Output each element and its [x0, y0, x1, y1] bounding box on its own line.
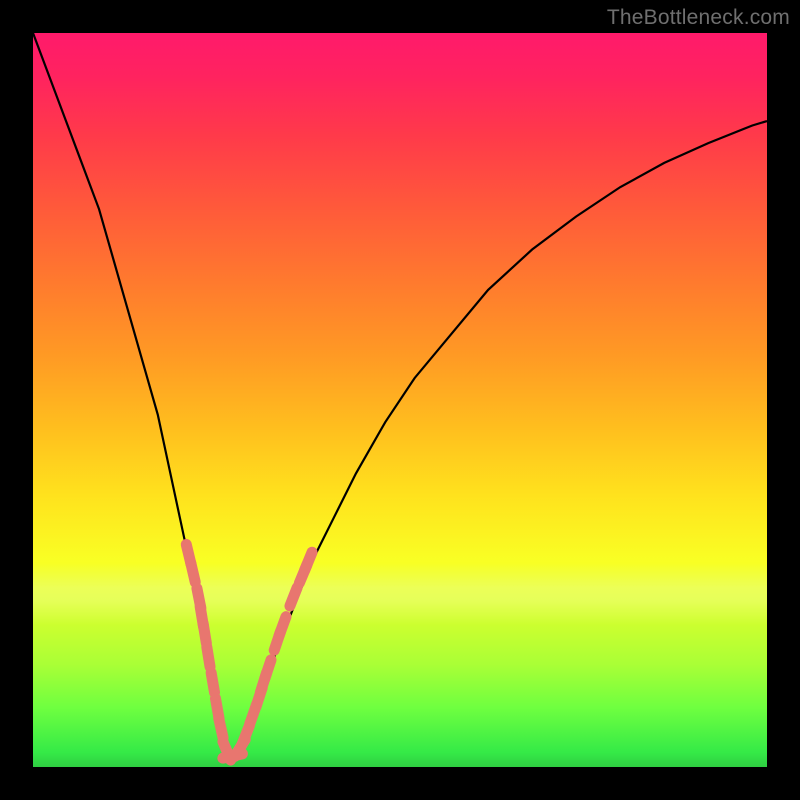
marker-dot: [290, 587, 297, 606]
watermark-label: TheBottleneck.com: [607, 6, 790, 30]
bottleneck-curve-path: [33, 33, 767, 756]
marker-dot: [279, 617, 286, 636]
curve-layer: [33, 33, 767, 767]
marker-dot: [203, 624, 206, 644]
marker-dot: [219, 718, 223, 738]
chart-frame: TheBottleneck.com: [0, 0, 800, 800]
marker-dot: [207, 647, 210, 667]
marker-dot: [211, 673, 214, 693]
marker-dot: [304, 552, 312, 571]
marker-dot: [265, 660, 271, 679]
plot-area: [33, 33, 767, 767]
marker-dot: [191, 563, 196, 582]
highlight-markers: [186, 544, 312, 760]
